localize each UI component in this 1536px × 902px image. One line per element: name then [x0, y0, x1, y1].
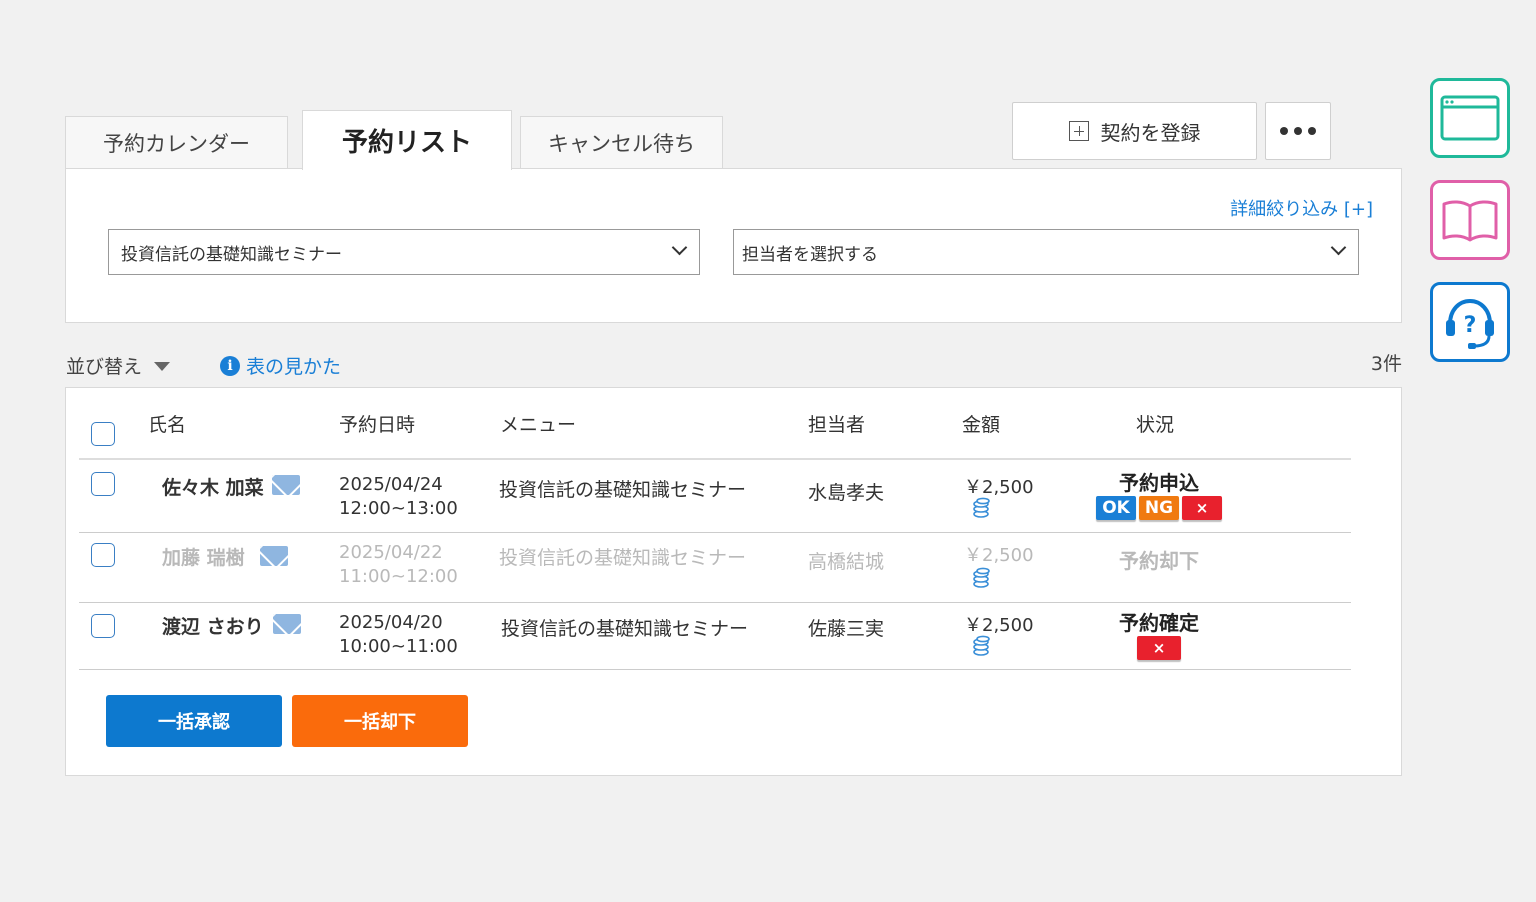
detail-filter-link[interactable]: 詳細絞り込み [+]: [1230, 195, 1373, 221]
row-checkbox[interactable]: [91, 543, 115, 567]
approve-button[interactable]: OK: [1096, 496, 1136, 520]
svg-text:?: ?: [1464, 313, 1477, 338]
cancel-button[interactable]: ×: [1182, 496, 1222, 520]
reservation-date: 2025/04/22: [339, 542, 443, 563]
coins-icon: [973, 497, 990, 518]
table-row: 渡辺 さおり 2025/04/20 10:00~11:00 投資信託の基礎知識セ…: [66, 603, 1401, 673]
register-contract-button[interactable]: 契約を登録: [1012, 102, 1257, 160]
browser-window-button[interactable]: [1430, 78, 1510, 158]
staff-name: 水島孝夫: [808, 482, 885, 504]
customer-name[interactable]: 佐々木 加菜: [162, 473, 264, 500]
caret-down-icon: [154, 362, 171, 371]
menu-select-value: 投資信託の基礎知識セミナー: [121, 244, 342, 265]
amount: ￥2,500: [964, 477, 1034, 498]
status-badge: 予約却下: [1119, 549, 1199, 573]
reservation-time: 10:00~11:00: [339, 636, 458, 657]
bulk-reject-button[interactable]: 一括却下: [292, 695, 468, 747]
staff-name: 高橋結城: [808, 551, 885, 573]
staff-select-value: 担当者を選択する: [742, 244, 878, 265]
header-name: 氏名: [148, 414, 187, 436]
header-staff: 担当者: [808, 414, 866, 436]
select-all-checkbox[interactable]: [91, 422, 115, 446]
menu-select[interactable]: 投資信託の基礎知識セミナー: [108, 229, 700, 275]
chevron-down-icon: [1330, 239, 1347, 256]
reject-button[interactable]: NG: [1139, 496, 1179, 520]
chevron-down-icon: [671, 239, 688, 256]
info-icon: i: [220, 355, 240, 376]
reservation-date: 2025/04/20: [339, 612, 443, 633]
tab-cancel-wait[interactable]: キャンセル待ち: [520, 116, 723, 168]
customer-name[interactable]: 加藤 瑞樹: [162, 543, 245, 570]
header-datetime: 予約日時: [339, 414, 416, 436]
menu-name: 投資信託の基礎知識セミナー: [501, 618, 749, 640]
mail-icon[interactable]: [272, 475, 300, 495]
sort-label: 並び替え: [66, 356, 143, 378]
bulk-approve-button[interactable]: 一括承認: [106, 695, 282, 747]
row-checkbox[interactable]: [91, 614, 115, 638]
support-headset-icon: ?: [1446, 298, 1494, 349]
staff-name: 佐藤三実: [808, 618, 885, 640]
reservation-time: 12:00~13:00: [339, 498, 458, 519]
status-badge: 予約申込: [1119, 471, 1199, 495]
header-divider: [79, 458, 1351, 460]
mail-icon[interactable]: [260, 546, 288, 566]
menu-name: 投資信託の基礎知識セミナー: [499, 547, 747, 569]
table-row: 加藤 瑞樹 2025/04/22 11:00~12:00 投資信託の基礎知識セミ…: [66, 533, 1401, 603]
coins-icon: [973, 635, 990, 656]
header-status: 状況: [1136, 414, 1175, 436]
browser-window-icon: [1440, 95, 1500, 141]
register-contract-label: 契約を登録: [1100, 120, 1201, 145]
sort-dropdown[interactable]: 並び替え: [66, 352, 171, 379]
cancel-button[interactable]: ×: [1137, 636, 1181, 660]
table-help-label: 表の見かた: [246, 356, 342, 378]
tab-reservation-list[interactable]: 予約リスト: [302, 110, 512, 170]
reservation-list-panel: 氏名 予約日時 メニュー 担当者 金額 状況 佐々木 加菜 2025/04/24…: [65, 387, 1402, 776]
manual-button[interactable]: [1430, 180, 1510, 260]
support-button[interactable]: ?: [1430, 282, 1510, 362]
tab-calendar[interactable]: 予約カレンダー: [65, 116, 288, 168]
amount: ￥2,500: [964, 545, 1034, 566]
header-menu: メニュー: [500, 414, 577, 436]
reservation-time: 11:00~12:00: [339, 566, 458, 587]
amount: ￥2,500: [964, 615, 1034, 636]
status-badge: 予約確定: [1119, 611, 1199, 635]
plus-icon: [1068, 121, 1089, 141]
book-icon: [1442, 200, 1498, 242]
reservation-date: 2025/04/24: [339, 474, 443, 495]
filter-panel: 詳細絞り込み [+] 投資信託の基礎知識セミナー 担当者を選択する: [65, 168, 1402, 323]
row-divider: [79, 669, 1351, 670]
staff-select[interactable]: 担当者を選択する: [733, 229, 1359, 275]
more-icon: [1280, 127, 1316, 135]
header-amount: 金額: [962, 414, 1001, 436]
table-help-link[interactable]: i 表の見かた: [220, 352, 341, 379]
table-row: 佐々木 加菜 2025/04/24 12:00~13:00 投資信託の基礎知識セ…: [66, 461, 1401, 531]
row-checkbox[interactable]: [91, 472, 115, 496]
menu-name: 投資信託の基礎知識セミナー: [499, 479, 747, 501]
mail-icon[interactable]: [273, 614, 301, 634]
result-count: 3件: [1370, 353, 1402, 375]
more-button[interactable]: [1265, 102, 1331, 160]
customer-name[interactable]: 渡辺 さおり: [162, 612, 264, 639]
coins-icon: [973, 567, 990, 588]
